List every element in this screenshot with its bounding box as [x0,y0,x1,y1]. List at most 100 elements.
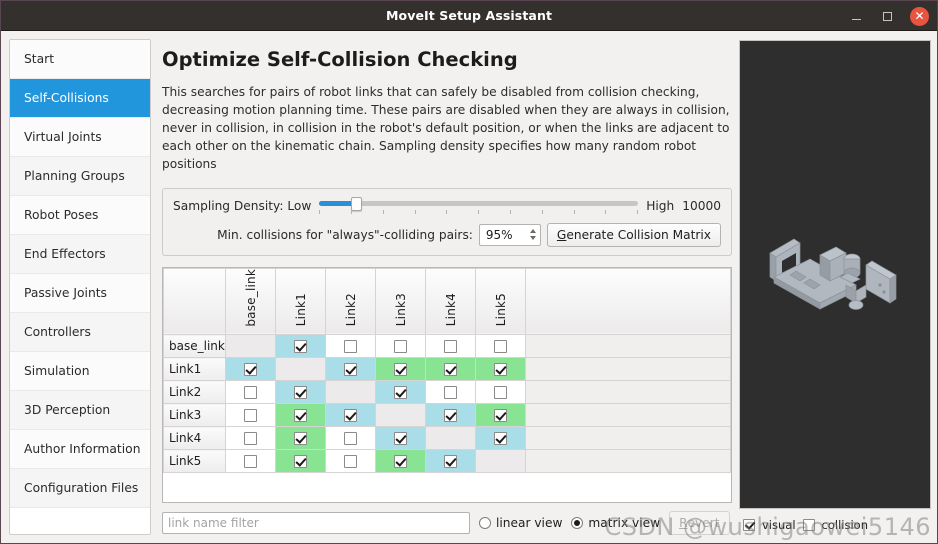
matrix-checkbox[interactable] [494,386,507,400]
matrix-view-radio[interactable]: matrix view [571,516,660,530]
matrix-row-header-base_link[interactable]: base_link [163,334,226,359]
matrix-checkbox[interactable] [394,363,407,377]
matrix-checkbox[interactable] [444,455,457,469]
sidebar-item-controllers[interactable]: Controllers [10,313,150,352]
matrix-cell-Link4-Link2[interactable] [325,426,376,451]
matrix-cell-Link4-Link3[interactable] [375,426,426,451]
matrix-cell-Link4-Link1[interactable] [275,426,326,451]
matrix-checkbox[interactable] [444,409,457,423]
matrix-checkbox[interactable] [444,363,457,377]
matrix-checkbox[interactable] [344,363,357,377]
matrix-checkbox[interactable] [394,340,407,354]
matrix-cell-Link5-Link3[interactable] [375,449,426,474]
matrix-checkbox[interactable] [444,340,457,354]
close-button[interactable]: ✕ [910,6,929,26]
matrix-column-header-base_link[interactable]: base_link [225,267,276,336]
matrix-checkbox[interactable] [244,386,257,400]
matrix-row-header-link4[interactable]: Link4 [163,426,226,451]
generate-collision-matrix-button[interactable]: Generate Collision Matrix [546,222,721,247]
matrix-cell-Link2-base_link[interactable] [225,380,276,405]
matrix-checkbox[interactable] [244,455,257,469]
min-collisions-spinbox[interactable]: 95% [478,223,541,246]
sampling-density-slider[interactable] [319,196,639,216]
matrix-checkbox[interactable] [244,363,257,377]
matrix-cell-Link5-base_link[interactable] [225,449,276,474]
matrix-cell-base_link-Link5[interactable] [475,334,526,359]
revert-button[interactable]: Revert [669,511,730,535]
link-name-filter-input[interactable]: link name filter [162,512,470,534]
matrix-row-header-link5[interactable]: Link5 [163,449,226,474]
matrix-checkbox[interactable] [344,455,357,469]
matrix-checkbox[interactable] [294,432,307,446]
sidebar-item-planning-groups[interactable]: Planning Groups [10,157,150,196]
matrix-cell-Link4-Link5[interactable] [475,426,526,451]
matrix-cell-Link2-Link4[interactable] [425,380,476,405]
matrix-cell-Link2-Link1[interactable] [275,380,326,405]
matrix-column-header-link4[interactable]: Link4 [425,267,476,336]
matrix-cell-Link1-Link2[interactable] [325,357,376,382]
radio-icon[interactable] [479,517,491,529]
sidebar-item-simulation[interactable]: Simulation [10,352,150,391]
linear-view-radio[interactable]: linear view [479,516,562,530]
sidebar-item-start[interactable]: Start [10,40,150,79]
matrix-checkbox[interactable] [394,432,407,446]
matrix-checkbox[interactable] [244,432,257,446]
sidebar-item-configuration-files[interactable]: Configuration Files [10,469,150,508]
matrix-cell-Link3-Link5[interactable] [475,403,526,428]
matrix-checkbox[interactable] [394,455,407,469]
sidebar-item-end-effectors[interactable]: End Effectors [10,235,150,274]
matrix-cell-Link4-base_link[interactable] [225,426,276,451]
sidebar-item-author-information[interactable]: Author Information [10,430,150,469]
matrix-checkbox[interactable] [294,409,307,423]
matrix-column-header-link1[interactable]: Link1 [275,267,326,336]
matrix-checkbox[interactable] [494,409,507,423]
matrix-checkbox[interactable] [444,386,457,400]
matrix-column-header-link5[interactable]: Link5 [475,267,526,336]
matrix-cell-Link3-Link4[interactable] [425,403,476,428]
matrix-checkbox[interactable] [494,340,507,354]
sidebar-item-self-collisions[interactable]: Self-Collisions [10,79,150,118]
matrix-cell-Link5-Link4[interactable] [425,449,476,474]
matrix-checkbox[interactable] [394,386,407,400]
matrix-cell-Link5-Link1[interactable] [275,449,326,474]
matrix-cell-base_link-Link1[interactable] [275,334,326,359]
matrix-cell-Link2-Link5[interactable] [475,380,526,405]
minimize-button[interactable] [848,8,865,25]
collision-matrix-frame[interactable]: base_link Link1 Link2 Link3 Link4 Link5 … [162,266,732,503]
matrix-checkbox[interactable] [244,409,257,423]
maximize-button[interactable] [879,8,896,25]
matrix-cell-Link1-Link3[interactable] [375,357,426,382]
matrix-row-header-link2[interactable]: Link2 [163,380,226,405]
matrix-checkbox[interactable] [294,455,307,469]
collision-checkbox[interactable] [802,519,815,531]
matrix-checkbox[interactable] [494,432,507,446]
matrix-checkbox[interactable] [344,340,357,354]
matrix-checkbox[interactable] [344,432,357,446]
matrix-cell-Link1-base_link[interactable] [225,357,276,382]
matrix-checkbox[interactable] [294,386,307,400]
visual-checkbox[interactable] [743,519,755,531]
matrix-cell-Link2-Link3[interactable] [375,380,426,405]
matrix-cell-Link3-Link1[interactable] [275,403,326,428]
matrix-cell-base_link-Link2[interactable] [325,334,376,359]
matrix-cell-base_link-Link3[interactable] [375,334,426,359]
robot-3d-viewport[interactable] [739,40,931,509]
matrix-row-header-link1[interactable]: Link1 [163,357,226,382]
sidebar-item-passive-joints[interactable]: Passive Joints [10,274,150,313]
matrix-checkbox[interactable] [494,363,507,377]
sidebar-item-virtual-joints[interactable]: Virtual Joints [10,118,150,157]
matrix-column-header-link3[interactable]: Link3 [375,267,426,336]
radio-icon[interactable] [571,517,584,529]
sidebar-item-3d-perception[interactable]: 3D Perception [10,391,150,430]
matrix-cell-Link5-Link2[interactable] [325,449,376,474]
spinner-arrows[interactable] [529,225,536,245]
matrix-row-header-link3[interactable]: Link3 [163,403,226,428]
matrix-cell-Link1-Link5[interactable] [475,357,526,382]
matrix-cell-Link3-Link2[interactable] [325,403,376,428]
matrix-cell-Link3-base_link[interactable] [225,403,276,428]
chevron-up-icon[interactable] [529,229,536,234]
chevron-down-icon[interactable] [529,236,536,241]
slider-handle[interactable] [351,196,363,211]
matrix-cell-Link1-Link4[interactable] [425,357,476,382]
matrix-checkbox[interactable] [294,340,307,354]
